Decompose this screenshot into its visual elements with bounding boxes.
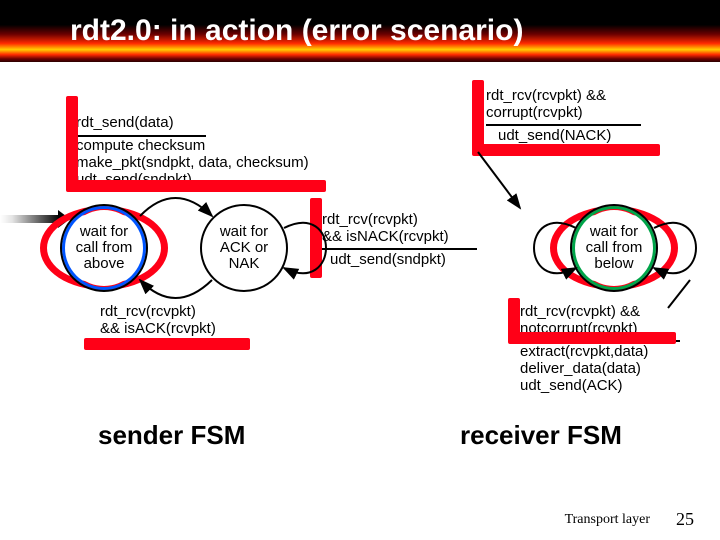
sender-ack-event-2: && isACK(rcvpkt) [100, 321, 216, 338]
sender-nack-action: udt_send(sndpkt) [330, 252, 446, 269]
highlight-sender-send [66, 96, 78, 188]
receiver-ok-event-1: rdt_rcv(rcvpkt) && [520, 304, 640, 321]
receiver-ok-action-3: udt_send(ACK) [520, 378, 623, 395]
rule-line [322, 248, 477, 250]
receiver-corrupt-event-1: rdt_rcv(rcvpkt) && [486, 88, 606, 105]
receiver-ok-action-2: deliver_data(data) [520, 361, 641, 378]
state-text: wait for [220, 224, 268, 240]
sender-send-event: rdt_send(data) [76, 115, 174, 132]
state-text: ACK or [220, 240, 268, 256]
initial-arrow-icon [0, 215, 60, 223]
sender-action-2: make_pkt(sndpkt, data, checksum) [76, 155, 309, 172]
highlight-sender-ack [84, 338, 250, 350]
footer-label: Transport layer [565, 512, 650, 528]
sender-nack-event-2: && isNACK(rcvpkt) [322, 229, 449, 246]
state-text: call from [586, 240, 643, 256]
state-text: below [586, 256, 643, 272]
highlight-sender-send-bottom [66, 180, 326, 192]
state-wait-call-below: wait for call from below [570, 204, 658, 292]
sender-nack-event-1: rdt_rcv(rcvpkt) [322, 212, 418, 229]
state-text: NAK [220, 256, 268, 272]
state-wait-call-above: wait for call from above [60, 204, 148, 292]
highlight-receiver-corrupt-bottom [472, 144, 660, 156]
highlight-receiver-ok-line [508, 332, 676, 344]
highlight-receiver-corrupt [472, 80, 484, 152]
highlight-sender-nack [310, 198, 322, 278]
sender-ack-event-1: rdt_rcv(rcvpkt) [100, 304, 196, 321]
receiver-ok-action-1: extract(rcvpkt,data) [520, 344, 648, 361]
sender-action-1: compute checksum [76, 138, 205, 155]
slide-title: rdt2.0: in action (error scenario) [70, 14, 523, 48]
sender-fsm-label: sender FSM [98, 420, 245, 451]
state-text: above [76, 256, 133, 272]
receiver-corrupt-event-2: corrupt(rcvpkt) [486, 105, 583, 122]
state-text: wait for [586, 224, 643, 240]
receiver-fsm-label: receiver FSM [460, 420, 622, 451]
receiver-corrupt-action: udt_send(NACK) [498, 128, 611, 145]
diagram-stage: rdt_send(data) compute checksum make_pkt… [40, 80, 700, 460]
rule-line [486, 124, 641, 126]
page-number: 25 [676, 509, 694, 530]
title-bar: rdt2.0: in action (error scenario) [0, 0, 720, 62]
state-wait-ack-nak: wait for ACK or NAK [200, 204, 288, 292]
state-text: call from [76, 240, 133, 256]
state-text: wait for [76, 224, 133, 240]
